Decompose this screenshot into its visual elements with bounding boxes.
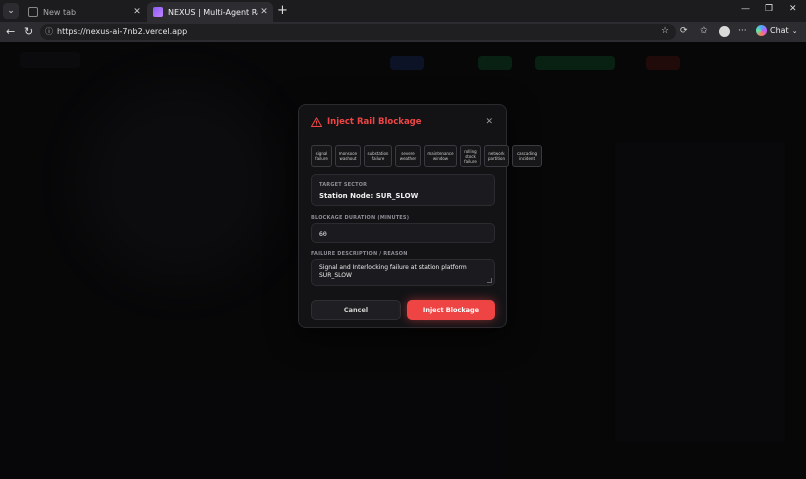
target-sector-label: TARGET SECTOR (319, 182, 368, 188)
modal-title: Inject Rail Blockage (311, 117, 422, 127)
preset-chip-network-partition[interactable]: network partition (484, 145, 509, 167)
tab-label: NEXUS | Multi-Agent Rail Network (168, 7, 258, 17)
more-menu-icon[interactable]: ··· (738, 26, 747, 36)
preset-chip-rolling-stock-failure[interactable]: rolling stock failure (460, 145, 481, 167)
refresh-cast-icon[interactable]: ⟳ (680, 26, 688, 36)
new-tab-favicon-icon (28, 7, 38, 17)
warning-triangle-icon (311, 117, 322, 127)
resize-handle-icon[interactable] (487, 278, 492, 283)
url-field[interactable]: ⓘ https://nexus-ai-7nb2.vercel.app (40, 24, 676, 40)
chat-label: Chat (770, 26, 789, 35)
chat-chevron-icon: ⌄ (791, 26, 798, 35)
minimize-icon[interactable]: — (741, 4, 750, 14)
new-tab-plus-icon[interactable]: + (277, 4, 288, 17)
target-sector-value: Station Node: SUR_SLOW (319, 192, 419, 200)
preset-chip-maintenance-window[interactable]: maintenance window (424, 145, 457, 167)
maximize-icon[interactable]: ❐ (765, 4, 773, 14)
preset-chip-monsoon-washout[interactable]: monsoon washout (335, 145, 361, 167)
inject-blockage-modal: Inject Rail Blockage ✕ signal failure mo… (298, 104, 542, 328)
address-toolbar: ← ↻ ⓘ https://nexus-ai-7nb2.vercel.app ☆… (0, 22, 806, 42)
browser-tab-bar: ⌄ New tab ✕ NEXUS | Multi-Agent Rail Net… (0, 0, 806, 22)
profile-avatar[interactable] (719, 26, 730, 37)
tab-new-tab[interactable]: New tab ✕ (22, 2, 146, 22)
reload-icon[interactable]: ↻ (24, 25, 33, 39)
target-sector-card: TARGET SECTOR Station Node: SUR_SLOW (311, 174, 495, 206)
nexus-favicon-icon (153, 7, 163, 17)
duration-input[interactable]: 60 (311, 223, 495, 243)
url-text: https://nexus-ai-7nb2.vercel.app (57, 27, 188, 36)
favorites-icon[interactable]: ✩ (700, 26, 708, 36)
back-arrow-icon[interactable]: ← (6, 25, 15, 39)
copilot-icon (756, 25, 767, 36)
tab-actions-chevron-icon[interactable]: ⌄ (3, 3, 19, 19)
tab-label: New tab (43, 7, 77, 17)
preset-chip-substation-failure[interactable]: substation failure (364, 145, 392, 167)
preset-chip-cascading-incident[interactable]: cascading incident (512, 145, 542, 167)
cancel-button[interactable]: Cancel (311, 300, 401, 320)
copilot-chat-button[interactable]: Chat ⌄ (756, 25, 798, 36)
preset-chips: signal failure monsoon washout substatio… (311, 145, 542, 167)
preset-chip-signal-failure[interactable]: signal failure (311, 145, 332, 167)
inject-blockage-button[interactable]: Inject Blockage (407, 300, 495, 320)
favorite-star-icon[interactable]: ☆ (661, 26, 669, 36)
close-tab-icon[interactable]: ✕ (258, 7, 270, 17)
close-tab-icon[interactable]: ✕ (131, 7, 143, 17)
close-modal-icon[interactable]: ✕ (485, 117, 493, 127)
description-textarea[interactable]: Signal and Interlocking failure at stati… (311, 259, 495, 286)
preset-chip-severe-weather[interactable]: severe weather (395, 145, 421, 167)
description-text: Signal and Interlocking failure at stati… (319, 264, 467, 279)
duration-label: BLOCKAGE DURATION (MINUTES) (311, 215, 410, 221)
tab-nexus[interactable]: NEXUS | Multi-Agent Rail Network ✕ (147, 2, 273, 22)
description-label: FAILURE DESCRIPTION / REASON (311, 251, 408, 257)
modal-title-text: Inject Rail Blockage (327, 117, 422, 127)
window-close-icon[interactable]: ✕ (789, 4, 797, 14)
site-info-icon[interactable]: ⓘ (45, 24, 53, 40)
